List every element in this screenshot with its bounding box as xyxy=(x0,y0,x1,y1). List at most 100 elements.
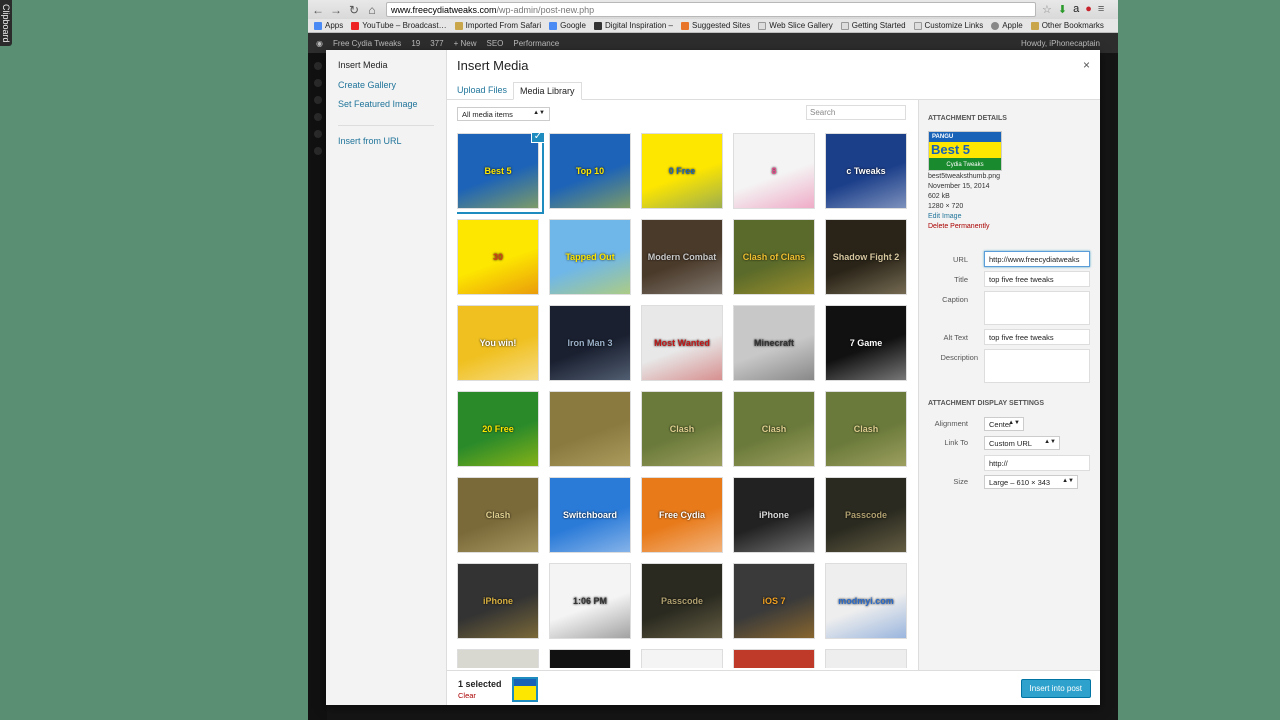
attachment-thumbnail[interactable]: iOS 7 xyxy=(733,563,815,639)
attachment-thumbnail[interactable]: 20 Free xyxy=(457,391,539,467)
insert-into-post-button[interactable]: Insert into post xyxy=(1020,679,1091,698)
custom-url-field[interactable]: http:// xyxy=(984,455,1090,471)
forward-icon[interactable]: → xyxy=(328,2,344,18)
wp-logo-icon[interactable]: ◉ xyxy=(316,39,323,48)
bookmark-apps[interactable]: Apps xyxy=(314,21,343,30)
howdy-user[interactable]: Howdy, iPhonecaptain xyxy=(1021,39,1100,48)
bookmark-safari[interactable]: Imported From Safari xyxy=(454,21,541,30)
link-to-value: Custom URL xyxy=(989,439,1032,448)
preview-title: Best 5 xyxy=(931,142,971,157)
caption-label: Caption xyxy=(942,295,968,304)
attachment-thumbnail[interactable]: 30 xyxy=(457,219,539,295)
star-icon[interactable]: ☆ xyxy=(1042,3,1052,16)
bookmark-suggested[interactable]: Suggested Sites xyxy=(681,21,750,30)
updates-count[interactable]: 19 xyxy=(411,39,420,48)
bookmark-other[interactable]: Other Bookmarks xyxy=(1030,21,1104,30)
close-icon[interactable]: × xyxy=(1083,58,1090,72)
attachment-thumbnail[interactable]: Free Cydia xyxy=(641,477,723,553)
address-bar[interactable]: www.freecydiatweaks.com/wp-admin/post-ne… xyxy=(386,2,1036,17)
attachment-thumbnail[interactable] xyxy=(457,649,539,668)
attachment-thumbnail[interactable] xyxy=(825,649,907,668)
thumbnail-label: 30 xyxy=(492,251,503,262)
media-filter-select[interactable]: All media items ▲▼ xyxy=(457,107,550,121)
tab-media-library[interactable]: Media Library xyxy=(513,82,582,100)
edit-image-link[interactable]: Edit Image xyxy=(928,213,961,220)
seo-link[interactable]: SEO xyxy=(486,39,503,48)
page-icon xyxy=(840,21,849,30)
menu-create-gallery[interactable]: Create Gallery xyxy=(326,80,446,100)
caption-field[interactable] xyxy=(984,291,1090,325)
bookmark-digital-inspiration[interactable]: Digital Inspiration – xyxy=(593,21,673,30)
tab-upload-files[interactable]: Upload Files xyxy=(451,82,513,98)
link-to-select[interactable]: Custom URL ▲▼ xyxy=(984,436,1060,450)
comments-count[interactable]: 377 xyxy=(430,39,443,48)
attachment-thumbnail[interactable] xyxy=(733,649,815,668)
attachment-thumbnail[interactable]: Clash xyxy=(457,477,539,553)
ie-icon xyxy=(681,21,690,30)
attachment-thumbnail[interactable]: Switchboard xyxy=(549,477,631,553)
pinterest-icon[interactable]: ● xyxy=(1085,3,1092,16)
delete-permanently-link[interactable]: Delete Permanently xyxy=(928,223,989,230)
attachment-thumbnail[interactable]: Clash xyxy=(825,391,907,467)
bookmark-customize[interactable]: Customize Links xyxy=(913,21,983,30)
home-icon[interactable]: ⌂ xyxy=(364,2,380,18)
amazon-icon[interactable]: a xyxy=(1073,3,1079,16)
title-label: Title xyxy=(954,275,968,284)
attachment-thumbnail[interactable]: 1:06 PM xyxy=(549,563,631,639)
bookmark-google[interactable]: Google xyxy=(549,21,586,30)
clipboard-tab[interactable]: Clipboard xyxy=(0,0,12,46)
attachment-thumbnail[interactable]: 8 xyxy=(733,133,815,209)
attachment-thumbnail[interactable]: 7 Game xyxy=(825,305,907,381)
attachment-thumbnail[interactable]: Clash xyxy=(733,391,815,467)
attachment-thumbnail[interactable]: modmyi.com xyxy=(825,563,907,639)
bookmark-getting-started[interactable]: Getting Started xyxy=(840,21,906,30)
new-link[interactable]: + New xyxy=(454,39,477,48)
menu-set-featured-image[interactable]: Set Featured Image xyxy=(326,99,446,119)
bookmark-web-slice[interactable]: Web Slice Gallery xyxy=(758,21,833,30)
back-icon[interactable]: ← xyxy=(310,2,326,18)
site-name-link[interactable]: Free Cydia Tweaks xyxy=(333,39,401,48)
alignment-label: Alignment xyxy=(934,419,968,428)
media-search-input[interactable]: Search xyxy=(806,105,906,120)
attachment-thumbnail[interactable]: You win! xyxy=(457,305,539,381)
download-icon[interactable]: ⬇ xyxy=(1058,3,1067,16)
attachment-thumbnail[interactable]: Tapped Out xyxy=(549,219,631,295)
selection-thumbnail-banner xyxy=(514,679,536,686)
attachment-thumbnail[interactable]: Passcode xyxy=(825,477,907,553)
attachment-thumbnail[interactable]: c Tweaks xyxy=(825,133,907,209)
menu-insert-media[interactable]: Insert Media xyxy=(326,60,446,80)
thumbnail-label: 0 Free xyxy=(668,165,696,176)
size-select[interactable]: Large – 610 × 343 ▲▼ xyxy=(984,475,1078,489)
attachment-thumbnail[interactable]: 0 Free xyxy=(641,133,723,209)
attachment-thumbnail[interactable] xyxy=(549,391,631,467)
selection-thumbnail[interactable] xyxy=(512,677,538,702)
menu-icon[interactable]: ≡ xyxy=(1098,3,1104,16)
menu-insert-from-url[interactable]: Insert from URL xyxy=(326,136,446,156)
attachment-thumbnail[interactable]: Best 5 xyxy=(457,133,539,209)
attachment-thumbnail[interactable]: Shadow Fight 2 xyxy=(825,219,907,295)
performance-link[interactable]: Performance xyxy=(513,39,559,48)
description-field[interactable] xyxy=(984,349,1090,383)
attachment-thumbnail[interactable]: iPhone xyxy=(457,563,539,639)
attachment-thumbnail[interactable]: Got a sec? xyxy=(641,649,723,668)
attachment-thumbnail[interactable]: Iron Man 3 xyxy=(549,305,631,381)
attachment-thumbnail[interactable] xyxy=(549,649,631,668)
bookmark-apple[interactable]: Apple xyxy=(991,21,1023,30)
reload-icon[interactable]: ↻ xyxy=(346,2,362,18)
attachment-thumbnail[interactable]: Passcode xyxy=(641,563,723,639)
attachment-thumbnail[interactable]: iPhone xyxy=(733,477,815,553)
attachment-thumbnail[interactable]: Minecraft xyxy=(733,305,815,381)
attachment-thumbnail[interactable]: Top 10 xyxy=(549,133,631,209)
url-field[interactable]: http://www.freecydiatweaks xyxy=(984,251,1090,267)
alignment-select[interactable]: Center ▲▼ xyxy=(984,417,1024,431)
title-field[interactable]: top five free tweaks xyxy=(984,271,1090,287)
attachment-thumbnail[interactable]: Clash of Clans xyxy=(733,219,815,295)
attachment-thumbnail[interactable]: Most Wanted xyxy=(641,305,723,381)
clear-selection-link[interactable]: Clear xyxy=(458,691,476,700)
attachment-thumbnail[interactable]: Clash xyxy=(641,391,723,467)
alt-text-field[interactable]: top five free tweaks xyxy=(984,329,1090,345)
attachment-thumbnail[interactable]: Modern Combat xyxy=(641,219,723,295)
bookmark-youtube[interactable]: YouTube – Broadcast… xyxy=(351,21,447,30)
size-value: Large – 610 × 343 xyxy=(989,478,1051,487)
checkmark-icon[interactable]: ✓ xyxy=(531,133,545,143)
